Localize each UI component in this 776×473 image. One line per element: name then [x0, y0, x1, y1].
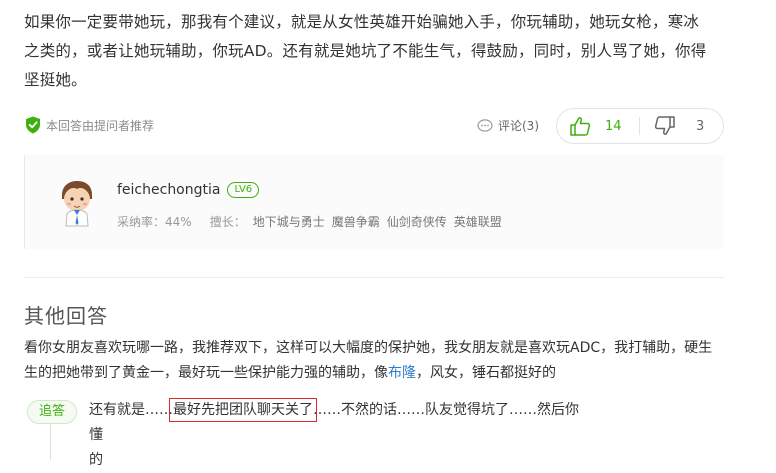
adoption-rate: 采纳率：44% — [117, 215, 192, 229]
followup-badge: 追答 — [27, 400, 77, 424]
followup-line: 的 — [89, 452, 103, 468]
section-divider — [24, 277, 724, 278]
followup-thread-line — [50, 424, 51, 460]
downvote-button[interactable]: 3 — [640, 109, 722, 143]
answerer-card: feichechongtia LV6 采纳率：44% 擅长： 地下城与勇士 魔兽… — [24, 155, 724, 249]
followup-line: 还有就是……最好先把团队聊天关了……不然的话……队友觉得坑了……然后你懂 — [89, 398, 589, 448]
comment-bubble-icon — [477, 118, 493, 132]
other-answer-fragment: ，风女，锤石都挺好的 — [416, 365, 556, 381]
shield-check-icon — [26, 116, 40, 134]
upvote-count: 14 — [605, 118, 622, 134]
comment-label: 评论(3) — [498, 119, 539, 133]
vote-box: 14 3 — [556, 108, 724, 144]
best-answer-text: 如果你一定要带她玩，那我有个建议，就是从女性英雄开始骗她入手，你玩辅助，她玩女枪… — [24, 8, 724, 95]
other-answer-fragment: 生的把她带到了黄金一，最好玩一些保护能力强的辅助，像 — [24, 365, 388, 381]
other-answer-line: 生的把她带到了黄金一，最好玩一些保护能力强的辅助，像布隆，风女，锤石都挺好的 — [24, 361, 724, 386]
specialty-tag[interactable]: 英雄联盟 — [454, 213, 502, 230]
other-answer-line: 看你女朋友喜欢玩哪一路，我推荐双下，这样可以大幅度的保护她，我女朋友就是喜欢玩A… — [24, 340, 713, 356]
followup-fragment: 还有就是…… — [89, 402, 173, 418]
recommended-label: 本回答由提问者推荐 — [46, 118, 155, 133]
recommended-notice: 本回答由提问者推荐 — [25, 116, 154, 134]
other-answers-title: 其他回答 — [24, 304, 108, 328]
answer-line: 之类的，或者让她玩辅助，你玩AD。还有就是她坑了不能生气，得鼓励，同时，别人骂了… — [24, 42, 707, 60]
avatar[interactable] — [54, 179, 100, 227]
username-link[interactable]: feichechongtia LV6 — [117, 182, 260, 198]
user-meta: 采纳率：44% 擅长： 地下城与勇士 魔兽争霸 仙剑奇侠传 英雄联盟 — [117, 213, 502, 230]
highlighted-phrase: 最好先把团队聊天关了 — [169, 398, 317, 422]
specialty-tag[interactable]: 仙剑奇侠传 — [387, 213, 447, 230]
hero-link-bulong[interactable]: 布隆 — [388, 365, 416, 381]
specialty-tag[interactable]: 地下城与勇士 — [253, 213, 325, 230]
specialty-label: 擅长： — [209, 215, 246, 229]
thumbs-up-icon — [570, 117, 591, 136]
answer-line: 如果你一定要带她玩，那我有个建议，就是从女性英雄开始骗她入手，你玩辅助，她玩女枪… — [24, 13, 700, 31]
thumbs-down-icon — [654, 116, 675, 135]
level-badge: LV6 — [227, 182, 260, 198]
other-answer-text: 看你女朋友喜欢玩哪一路，我推荐双下，这样可以大幅度的保护她，我女朋友就是喜欢玩A… — [24, 336, 724, 386]
followup-text: 还有就是……最好先把团队聊天关了……不然的话……队友觉得坑了……然后你懂 的 — [89, 398, 589, 473]
upvote-button[interactable]: 14 — [557, 109, 639, 143]
username: feichechongtia — [117, 182, 221, 198]
specialty-tag[interactable]: 魔兽争霸 — [332, 213, 380, 230]
comment-button[interactable]: 评论(3) — [477, 117, 539, 134]
answer-line: 坚挺她。 — [24, 71, 87, 89]
downvote-count: 3 — [696, 118, 705, 134]
